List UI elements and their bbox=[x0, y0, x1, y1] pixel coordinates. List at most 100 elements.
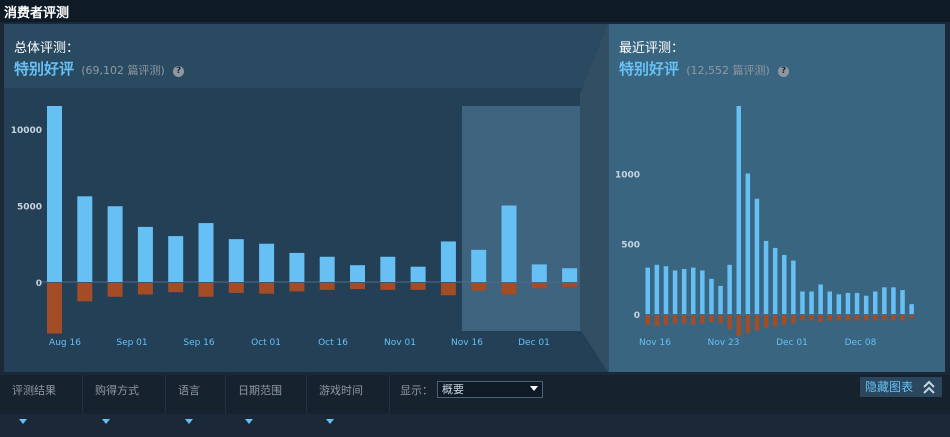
recent-reviews-chart: 1000 500 0 Nov 16 Nov 23 Dec 01 Dec 08 bbox=[615, 106, 915, 348]
positive-bar bbox=[700, 270, 705, 314]
positive-bar bbox=[410, 266, 426, 282]
chevron-down-icon bbox=[326, 419, 334, 424]
chevron-down-icon bbox=[185, 419, 193, 424]
filter-date-range[interactable]: 日期范围 bbox=[226, 375, 307, 424]
negative-bar bbox=[845, 315, 851, 321]
negative-bar bbox=[681, 315, 687, 324]
x-tick-label: Nov 23 bbox=[708, 338, 740, 348]
positive-bar bbox=[809, 291, 814, 314]
filter-review-type-label: 评测结果 bbox=[12, 384, 56, 397]
overall-reviews-chart: 10000 5000 0 Aug 16 Sep 01 Sep 16 Oct 01 Oct 16… bbox=[11, 106, 584, 348]
x-tick-label: Oct 01 bbox=[251, 338, 281, 348]
negative-bar bbox=[809, 315, 814, 321]
positive-bar bbox=[845, 292, 851, 314]
positive-bar bbox=[873, 291, 878, 314]
hide-chart-label: 隐藏图表 bbox=[865, 380, 914, 394]
negative-bar bbox=[909, 315, 914, 318]
negative-bar bbox=[228, 283, 244, 293]
positive-bar bbox=[198, 223, 214, 282]
overall-reviews-panel: 总体评测： 特别好评 (69,102 篇评测) ? 10000 5000 0 Aug … bbox=[4, 24, 608, 372]
x-tick-label: Nov 16 bbox=[451, 338, 483, 348]
negative-bar bbox=[471, 283, 487, 291]
negative-bar bbox=[763, 315, 769, 328]
negative-bar bbox=[691, 315, 696, 325]
display-select-value: 概要 bbox=[442, 383, 464, 396]
positive-bar bbox=[350, 265, 365, 282]
chevron-down-icon bbox=[19, 419, 27, 424]
negative-bar bbox=[168, 283, 184, 293]
header-bar: 消费者评测 bbox=[0, 0, 950, 22]
negative-bar bbox=[562, 283, 578, 287]
filter-language-label: 语言 bbox=[178, 384, 200, 397]
negative-bar bbox=[319, 283, 335, 290]
positive-bar bbox=[228, 239, 244, 282]
positive-bar bbox=[168, 236, 184, 282]
negative-bar bbox=[672, 315, 678, 324]
positive-bar bbox=[763, 240, 769, 314]
negative-bar bbox=[380, 283, 396, 290]
chevron-down-icon bbox=[102, 419, 110, 424]
negative-bar bbox=[818, 315, 823, 323]
positive-bar bbox=[891, 287, 896, 314]
negative-bar bbox=[531, 283, 547, 289]
negative-bar bbox=[727, 315, 732, 330]
page-title: 消费者评测 bbox=[4, 6, 70, 21]
positive-bar bbox=[791, 260, 796, 314]
chevron-down-icon bbox=[245, 419, 253, 424]
filter-language[interactable]: 语言 bbox=[166, 375, 226, 424]
filter-playtime-label: 游戏时间 bbox=[319, 384, 363, 397]
negative-bar bbox=[718, 315, 723, 324]
negative-bar bbox=[754, 315, 760, 331]
negative-bar bbox=[882, 315, 887, 321]
y-tick-label: 0 bbox=[36, 279, 42, 289]
positive-bar bbox=[562, 268, 578, 282]
positive-bar bbox=[681, 269, 687, 314]
negative-bar bbox=[410, 283, 426, 290]
positive-bar bbox=[818, 284, 823, 314]
positive-bar bbox=[772, 247, 778, 314]
positive-bar bbox=[47, 106, 62, 282]
positive-bar bbox=[882, 287, 887, 314]
positive-bar bbox=[909, 304, 914, 314]
negative-bar bbox=[107, 283, 123, 297]
negative-bar bbox=[891, 315, 896, 321]
positive-bar bbox=[782, 254, 787, 314]
positive-bar bbox=[836, 294, 842, 314]
y-tick-label: 5000 bbox=[17, 202, 42, 212]
negative-bar bbox=[863, 315, 869, 321]
chevron-down-icon bbox=[530, 386, 538, 391]
filter-bar: 评测结果 购得方式 语言 日期范围 游戏时间 显示： 概要 隐藏图表 bbox=[0, 375, 950, 424]
filter-purchase-type[interactable]: 购得方式 bbox=[83, 375, 166, 424]
positive-bar bbox=[745, 173, 751, 314]
negative-bar bbox=[836, 315, 842, 321]
negative-bar bbox=[772, 315, 778, 327]
negative-bar bbox=[873, 315, 878, 321]
x-tick-label: Sep 01 bbox=[116, 338, 147, 348]
recent-reviews-panel: 最近评测： 特别好评 (12,552 篇评测) ? 1000 500 0 Nov 16… bbox=[609, 24, 945, 372]
positive-bar bbox=[663, 266, 669, 314]
negative-bar bbox=[782, 315, 787, 325]
negative-bar bbox=[745, 315, 751, 334]
negative-bar bbox=[736, 315, 741, 337]
x-tick-label: Aug 16 bbox=[49, 338, 81, 348]
x-tick-label: Nov 16 bbox=[639, 338, 671, 348]
hide-chart-button[interactable]: 隐藏图表 bbox=[860, 377, 942, 397]
negative-bar bbox=[900, 315, 905, 321]
positive-bar bbox=[77, 196, 93, 282]
negative-bar bbox=[663, 315, 669, 325]
negative-bar bbox=[77, 283, 93, 302]
x-tick-label: Nov 01 bbox=[384, 338, 416, 348]
x-tick-label: Dec 08 bbox=[845, 338, 877, 348]
display-select[interactable]: 概要 bbox=[437, 381, 543, 398]
negative-bar bbox=[350, 283, 365, 290]
negative-bar bbox=[709, 315, 714, 323]
filter-playtime[interactable]: 游戏时间 bbox=[307, 375, 390, 424]
positive-bar bbox=[259, 243, 275, 282]
filter-review-type[interactable]: 评测结果 bbox=[0, 375, 83, 424]
negative-bar bbox=[800, 315, 805, 321]
positive-bar bbox=[137, 226, 153, 282]
filter-purchase-type-label: 购得方式 bbox=[95, 384, 139, 397]
filter-date-range-label: 日期范围 bbox=[238, 384, 282, 397]
negative-bar bbox=[700, 315, 705, 324]
double-chevron-up-icon bbox=[923, 380, 935, 394]
